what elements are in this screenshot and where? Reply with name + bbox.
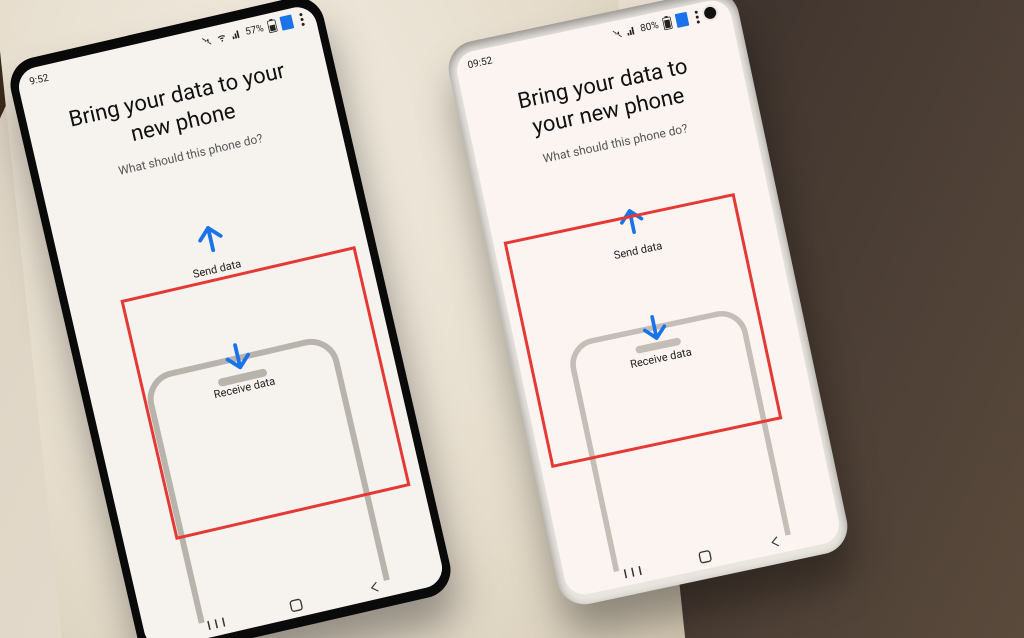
signal-icon — [626, 25, 638, 37]
arrow-down-icon — [212, 332, 262, 382]
battery-icon — [661, 15, 674, 31]
arrow-down-icon — [631, 305, 678, 352]
send-data-button[interactable]: Send data — [491, 172, 777, 286]
battery-text: 80% — [639, 19, 659, 34]
battery-text: 57% — [244, 23, 265, 38]
wifi-icon — [215, 31, 229, 43]
status-time: 9:52 — [28, 72, 49, 87]
more-menu-icon[interactable] — [299, 12, 305, 25]
battery-icon — [266, 18, 279, 34]
arrow-up-icon — [185, 213, 235, 263]
sim-icon — [675, 12, 690, 28]
status-time: 09:52 — [467, 55, 494, 71]
mute-icon — [612, 28, 624, 40]
sim-icon — [279, 14, 294, 30]
arrow-up-icon — [608, 197, 655, 244]
signal-icon — [231, 28, 243, 40]
photo-scene: 9:52 57% — [0, 0, 1024, 638]
send-data-button[interactable]: Send data — [57, 184, 367, 310]
mute-icon — [201, 35, 213, 47]
more-menu-icon[interactable] — [694, 10, 700, 23]
